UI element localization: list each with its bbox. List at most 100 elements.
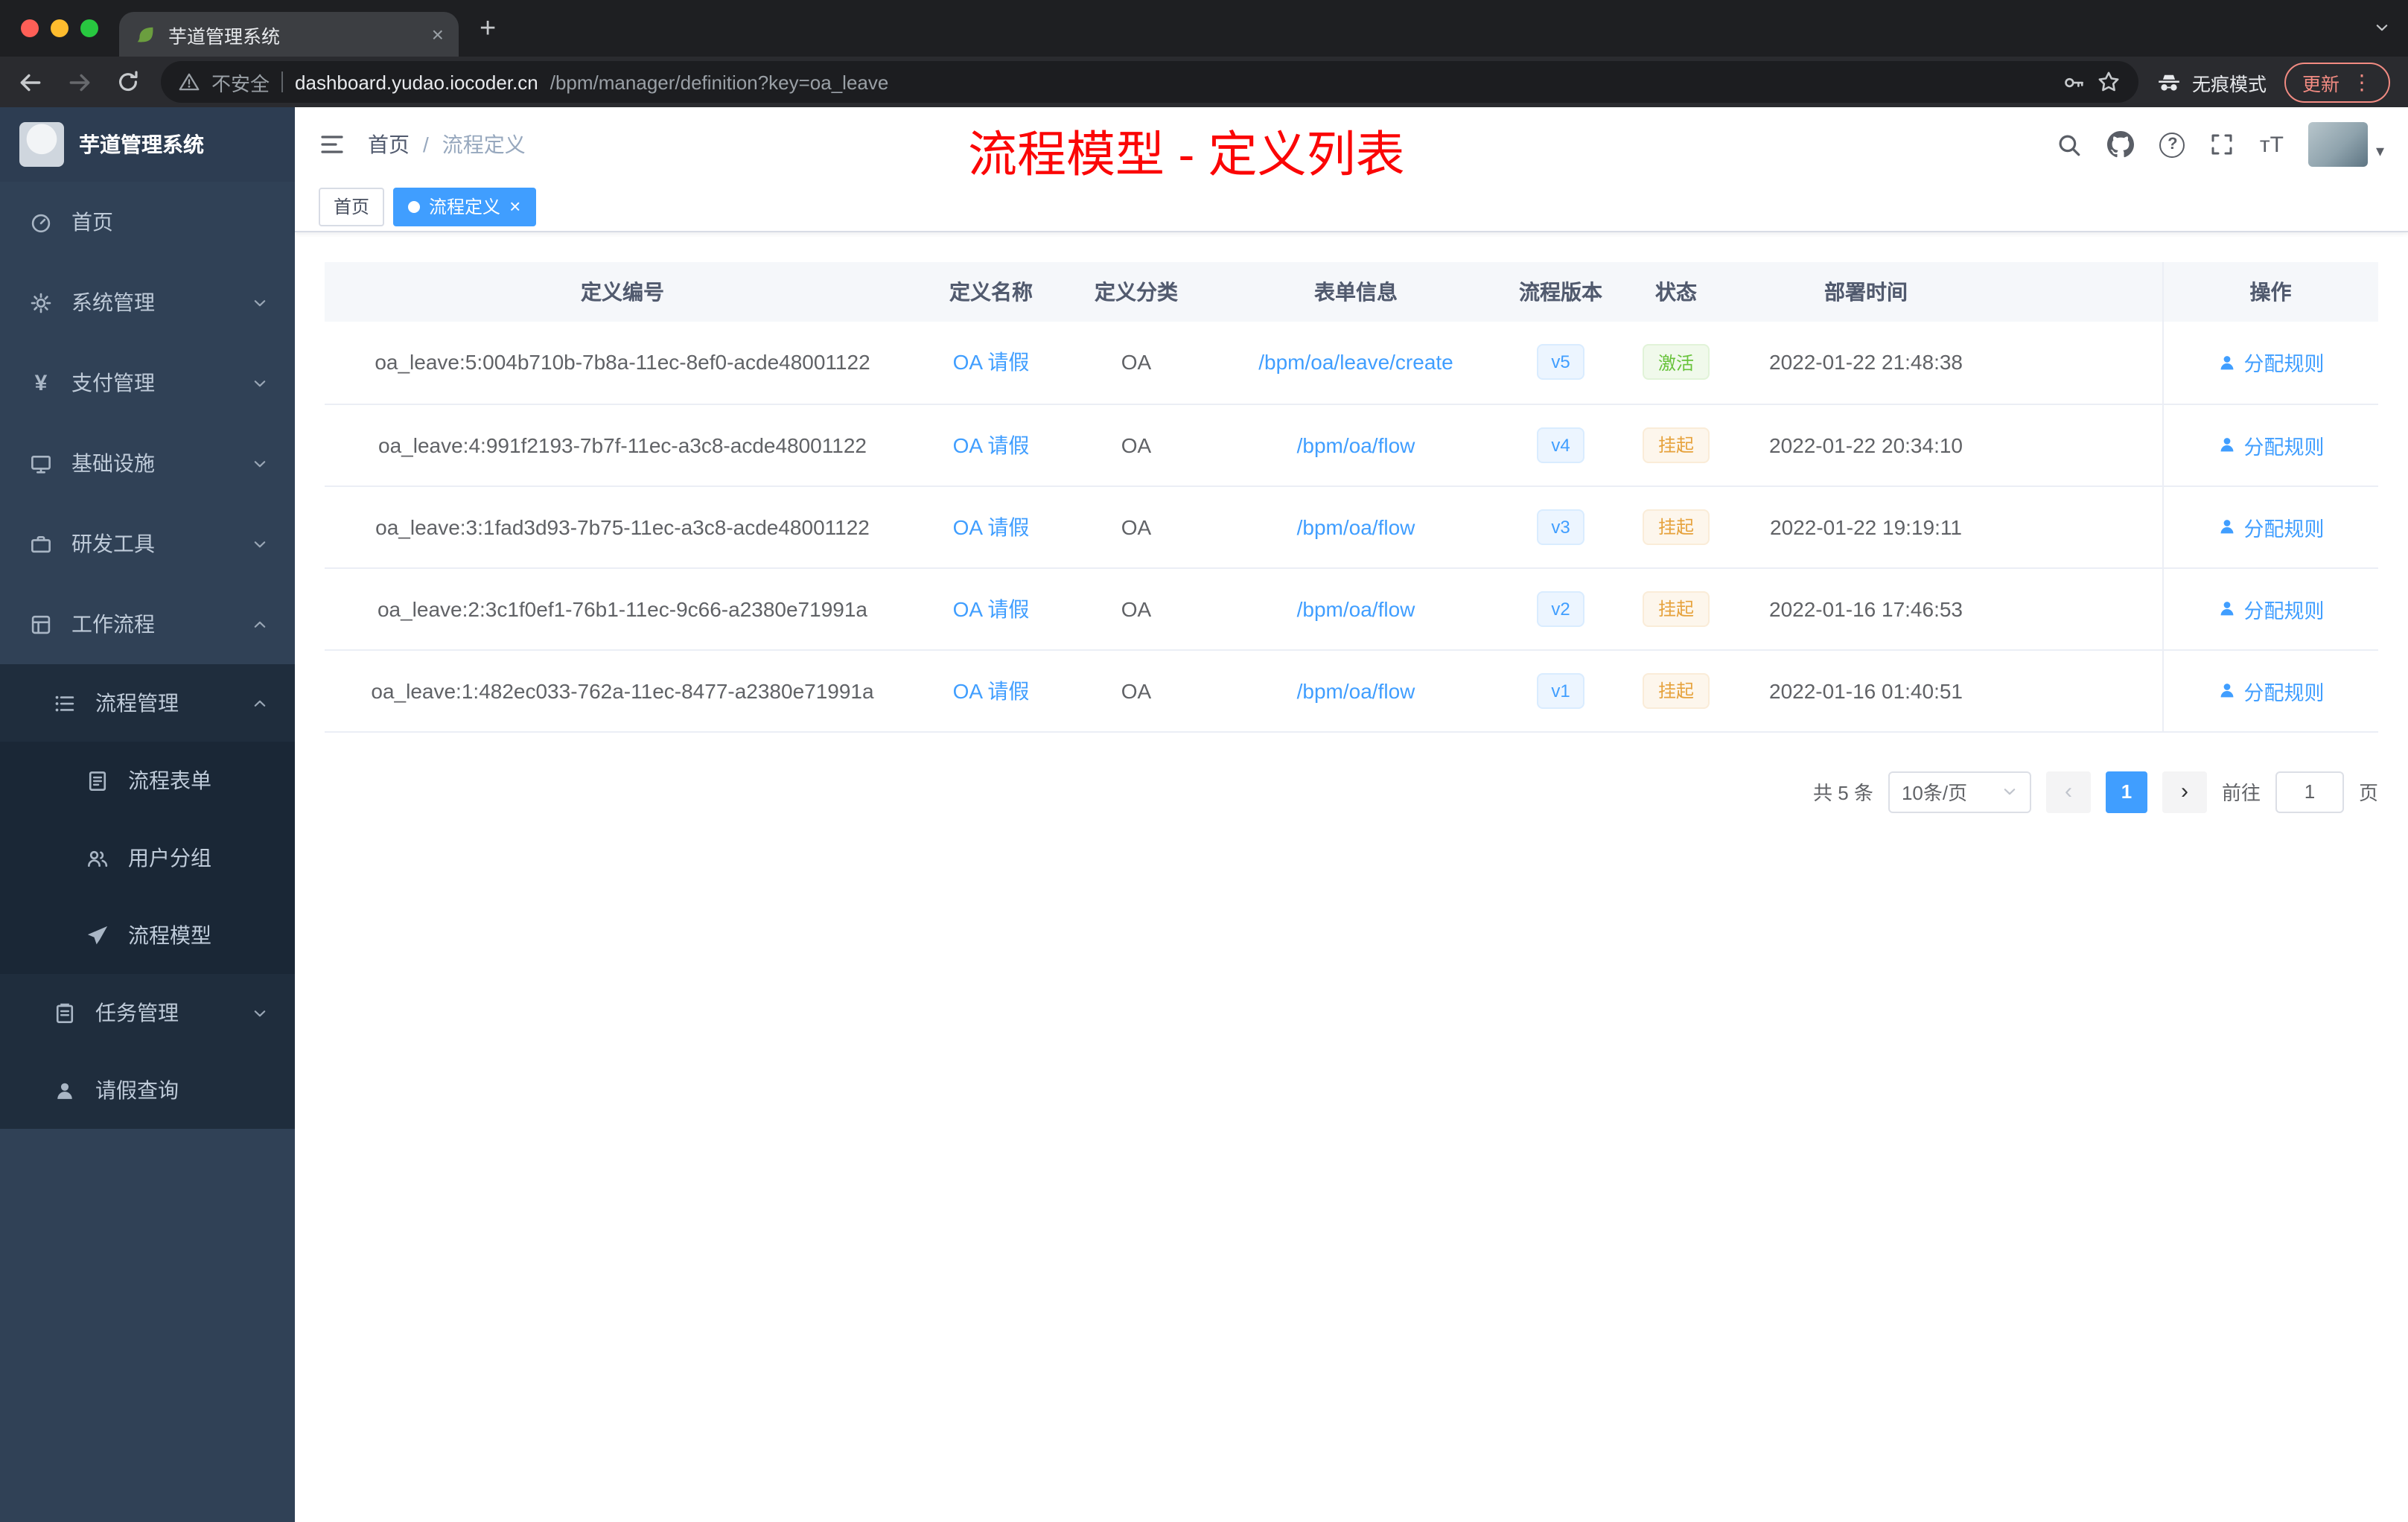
- assign-rule-link[interactable]: 分配规则: [2217, 512, 2325, 541]
- sidebar-item-system[interactable]: 系统管理: [0, 262, 295, 343]
- security-label[interactable]: 不安全: [211, 68, 270, 96]
- window-zoom-button[interactable]: [80, 19, 98, 37]
- chevron-up-icon: [252, 695, 268, 711]
- cell-id: oa_leave:2:3c1f0ef1-76b1-11ec-9c66-a2380…: [325, 567, 920, 650]
- browser-tab[interactable]: 芋道管理系统 ×: [119, 12, 459, 57]
- active-dot: [408, 200, 421, 212]
- sidebar-item-user-group[interactable]: 用户分组: [0, 819, 295, 897]
- sidebar-item-label: 工作流程: [71, 612, 155, 636]
- tag-process-definition[interactable]: 流程定义 ×: [393, 187, 536, 226]
- forward-icon[interactable]: [67, 69, 92, 95]
- user-icon: [51, 1079, 79, 1101]
- window-close-button[interactable]: [21, 19, 39, 37]
- cell-category: OA: [1062, 485, 1211, 568]
- assign-rule-label: 分配规则: [2243, 599, 2325, 622]
- address-bar[interactable]: 不安全 dashboard.yudao.iocoder.cn /bpm/mana…: [161, 61, 2138, 103]
- assign-rule-link[interactable]: 分配规则: [2217, 675, 2325, 705]
- sidebar-item-infra[interactable]: 基础设施: [0, 423, 295, 503]
- search-icon[interactable]: [2057, 132, 2083, 157]
- breadcrumb-home[interactable]: 首页: [368, 130, 410, 159]
- menu-kebab-icon[interactable]: ⋮: [2351, 71, 2372, 92]
- tag-home[interactable]: 首页: [319, 187, 385, 226]
- document-icon: [83, 769, 112, 792]
- form-link[interactable]: /bpm/oa/leave/create: [1258, 351, 1453, 375]
- form-link[interactable]: /bpm/oa/flow: [1297, 433, 1415, 456]
- assign-rule-label: 分配规则: [2243, 681, 2325, 704]
- url-path: /bpm/manager/definition?key=oa_leave: [550, 71, 889, 93]
- sidebar-item-payment[interactable]: ¥ 支付管理: [0, 343, 295, 423]
- app-header: 首页 / 流程定义 流程模型 - 定义列表 ? тT ▾: [295, 107, 2408, 182]
- assign-rule-label: 分配规则: [2243, 353, 2325, 376]
- cell-spacer: [2000, 649, 2162, 732]
- tags-view: 首页 流程定义 ×: [295, 182, 2408, 232]
- sidebar-item-process-form[interactable]: 流程表单: [0, 742, 295, 819]
- status-badge: 激活: [1643, 344, 1709, 380]
- breadcrumb: 首页 / 流程定义: [368, 130, 526, 159]
- definition-name-link[interactable]: OA 请假: [953, 515, 1030, 538]
- sidebar-item-home[interactable]: 首页: [0, 182, 295, 262]
- fullscreen-icon[interactable]: [2211, 133, 2235, 156]
- back-icon[interactable]: [18, 69, 43, 95]
- close-icon[interactable]: ×: [509, 197, 520, 216]
- update-button[interactable]: 更新 ⋮: [2284, 62, 2390, 102]
- hamburger-icon[interactable]: [319, 131, 345, 158]
- definition-name-link[interactable]: OA 请假: [953, 433, 1030, 456]
- sidebar-item-workflow[interactable]: 工作流程: [0, 584, 295, 664]
- main-area: 首页 / 流程定义 流程模型 - 定义列表 ? тT ▾ 首页 流程定义 × 定…: [295, 107, 2408, 1522]
- tab-strip: 芋道管理系统 × +: [0, 0, 2408, 57]
- breadcrumb-current: 流程定义: [442, 133, 526, 156]
- user-avatar[interactable]: ▾: [2308, 122, 2384, 167]
- assign-rule-link[interactable]: 分配规则: [2217, 348, 2325, 378]
- assign-rule-label: 分配规则: [2243, 436, 2325, 458]
- sidebar-item-label: 研发工具: [71, 532, 155, 555]
- sidebar-item-label: 支付管理: [71, 371, 155, 395]
- definition-name-link[interactable]: OA 请假: [953, 678, 1030, 702]
- sidebar-item-task-mgmt[interactable]: 任务管理: [0, 974, 295, 1051]
- sidebar-item-label: 流程管理: [95, 691, 179, 715]
- col-header-status: 状态: [1620, 262, 1732, 322]
- pagination: 共 5 条 10条/页 ‹ 1 › 前往 页: [325, 771, 2378, 812]
- assign-rule-link[interactable]: 分配规则: [2217, 593, 2325, 623]
- sidebar-item-process-mgmt[interactable]: 流程管理: [0, 664, 295, 742]
- cell-spacer: [2000, 567, 2162, 650]
- app-logo[interactable]: 芋道管理系统: [0, 107, 295, 182]
- table-row: oa_leave:5:004b710b-7b8a-11ec-8ef0-acde4…: [325, 322, 2378, 404]
- tab-search-chevron-icon[interactable]: [2374, 19, 2390, 36]
- incognito-label: 无痕模式: [2191, 74, 2267, 95]
- cell-category: OA: [1062, 404, 1211, 486]
- bookmark-star-icon[interactable]: [2097, 70, 2121, 94]
- new-tab-button[interactable]: +: [480, 14, 496, 42]
- sidebar-item-process-model[interactable]: 流程模型: [0, 897, 295, 974]
- form-link[interactable]: /bpm/oa/flow: [1297, 678, 1415, 702]
- font-size-icon[interactable]: тT: [2260, 132, 2284, 157]
- window-minimize-button[interactable]: [51, 19, 69, 37]
- url-host: dashboard.yudao.iocoder.cn: [295, 71, 538, 93]
- assign-rule-link[interactable]: 分配规则: [2217, 430, 2325, 459]
- col-header-actions: 操作: [2162, 262, 2378, 322]
- close-icon[interactable]: ×: [432, 24, 444, 45]
- form-link[interactable]: /bpm/oa/flow: [1297, 596, 1415, 620]
- prev-page-button[interactable]: ‹: [2045, 771, 2091, 812]
- chevron-down-icon: [252, 455, 268, 471]
- key-icon[interactable]: [2063, 71, 2085, 93]
- next-page-button[interactable]: ›: [2162, 771, 2207, 812]
- sidebar-item-leave-query[interactable]: 请假查询: [0, 1051, 295, 1129]
- goto-page-input[interactable]: [2275, 771, 2344, 812]
- github-icon[interactable]: [2107, 131, 2135, 158]
- sidebar-item-devtools[interactable]: 研发工具: [0, 503, 295, 584]
- clipboard-icon: [51, 1002, 79, 1024]
- definition-name-link[interactable]: OA 请假: [953, 596, 1030, 620]
- cell-category: OA: [1062, 649, 1211, 732]
- sidebar-item-label: 请假查询: [95, 1078, 179, 1102]
- version-badge: v3: [1536, 509, 1585, 544]
- page-size-select[interactable]: 10条/页: [1888, 771, 2031, 812]
- page-number-button[interactable]: 1: [2105, 771, 2147, 812]
- cell-spacer: [2000, 322, 2162, 404]
- form-link[interactable]: /bpm/oa/flow: [1297, 515, 1415, 538]
- reload-icon[interactable]: [116, 70, 140, 94]
- page-size-value: 10条/页: [1901, 782, 1968, 804]
- cell-id: oa_leave:5:004b710b-7b8a-11ec-8ef0-acde4…: [325, 322, 920, 404]
- help-icon[interactable]: ?: [2159, 132, 2185, 157]
- definition-name-link[interactable]: OA 请假: [953, 351, 1030, 375]
- cell-spacer: [2000, 485, 2162, 568]
